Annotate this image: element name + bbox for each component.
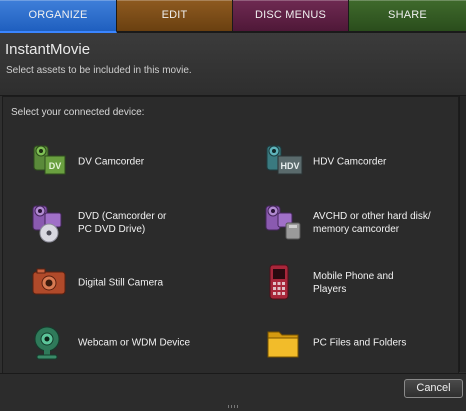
resize-grip-icon[interactable] [228, 405, 240, 408]
device-prompt: Select your connected device: [11, 107, 145, 118]
device-pc-files-folders[interactable]: PC Files and Folders [262, 323, 466, 363]
avchd-camcorder-icon [265, 205, 301, 240]
device-label: AVCHD or other hard disk/ memory camcord… [313, 211, 431, 235]
panel-scrollbar[interactable] [459, 96, 466, 372]
svg-text:DV: DV [49, 161, 62, 171]
page-title: InstantMovie [5, 41, 91, 58]
mobile-phone-icon [269, 264, 289, 300]
device-webcam[interactable]: Webcam or WDM Device [27, 323, 247, 363]
webcam-icon [34, 326, 60, 360]
tab-organize[interactable]: ORGANIZE [0, 0, 117, 33]
device-label: DVD (Camcorder or PC DVD Drive) [78, 211, 167, 235]
device-digital-still-camera[interactable]: Digital Still Camera [27, 263, 247, 303]
device-label: DV Camcorder [78, 156, 145, 168]
folder-icon [267, 331, 299, 358]
svg-text:HDV: HDV [280, 161, 299, 171]
device-label: HDV Camcorder [313, 156, 387, 168]
header: InstantMovie Select assets to be include… [0, 33, 466, 96]
tab-share[interactable]: SHARE [349, 0, 466, 33]
hdv-camcorder-icon: HDV [266, 145, 303, 175]
top-tab-bar: ORGANIZE EDIT DISC MENUS SHARE [0, 0, 466, 33]
tab-disc-menus[interactable]: DISC MENUS [233, 0, 349, 33]
device-label: Mobile Phone and Players [313, 271, 394, 295]
device-label: Webcam or WDM Device [78, 337, 191, 349]
device-avchd-camcorder[interactable]: AVCHD or other hard disk/ memory camcord… [262, 203, 466, 243]
device-hdv-camcorder[interactable]: HDV HDV Camcorder [262, 142, 466, 182]
footer-bar: Cancel [0, 373, 466, 411]
tab-edit[interactable]: EDIT [117, 0, 233, 33]
device-mobile-phone[interactable]: Mobile Phone and Players [262, 263, 466, 303]
dv-camcorder-icon: DV [33, 145, 66, 175]
dvd-camcorder-icon [32, 205, 62, 243]
device-dv-camcorder[interactable]: DV DV Camcorder [27, 142, 247, 182]
device-dvd-camcorder[interactable]: DVD (Camcorder or PC DVD Drive) [27, 203, 247, 243]
cancel-button[interactable]: Cancel [404, 379, 463, 398]
device-label: PC Files and Folders [313, 337, 407, 349]
device-panel: Select your connected device: DV DV Camc… [2, 96, 459, 374]
device-label: Digital Still Camera [78, 277, 164, 289]
digital-still-camera-icon [32, 268, 66, 295]
page-subtitle: Select assets to be included in this mov… [6, 65, 192, 76]
